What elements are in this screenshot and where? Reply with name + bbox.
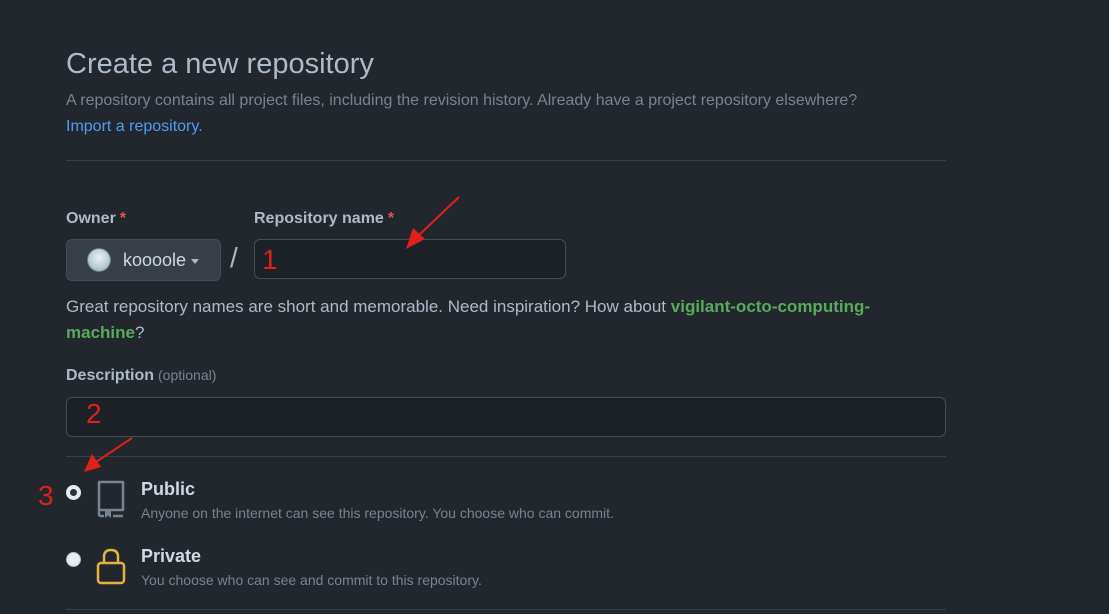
owner-repo-separator: / [230, 242, 238, 273]
lock-icon [96, 548, 126, 585]
owner-dropdown[interactable]: koooole [66, 239, 221, 281]
repo-icon [97, 480, 125, 518]
import-repository-link[interactable]: Import a repository. [66, 118, 203, 136]
optional-label: (optional) [158, 367, 217, 383]
caret-down-icon [191, 258, 200, 264]
description-input[interactable] [66, 397, 946, 437]
private-option-title: Private [141, 546, 202, 566]
annotation-arrow-3 [84, 437, 133, 472]
repository-name-label-text: Repository name [254, 210, 384, 227]
create-repo-page: Create a new repository A repository con… [0, 0, 1109, 614]
description-label: Description (optional) [66, 367, 216, 385]
owner-label-text: Owner [66, 210, 116, 227]
name-hint: Great repository names are short and mem… [66, 294, 916, 346]
owner-name: koooole [123, 249, 187, 270]
description-label-text: Description [66, 367, 155, 384]
repository-name-label: Repository name * [254, 210, 394, 228]
private-option-description: You choose who can see and commit to thi… [141, 572, 482, 588]
divider [66, 160, 946, 161]
annotation-number-1: 1 [262, 244, 278, 275]
private-radio[interactable] [66, 552, 81, 567]
required-mark: * [119, 210, 127, 227]
public-radio[interactable] [66, 485, 81, 500]
required-mark: * [387, 210, 395, 227]
hint-text: Great repository names are short and mem… [66, 297, 671, 316]
hint-end: ? [134, 323, 145, 342]
public-option-description: Anyone on the internet can see this repo… [141, 505, 614, 521]
owner-label: Owner * [66, 210, 126, 228]
page-subtitle: A repository contains all project files,… [66, 92, 858, 109]
repository-name-input[interactable] [254, 239, 566, 279]
public-option-title: Public [141, 479, 196, 499]
divider [66, 456, 946, 457]
annotation-number-2: 2 [86, 398, 102, 429]
page-title: Create a new repository [66, 48, 374, 80]
annotation-number-3: 3 [38, 480, 54, 511]
user-avatar [87, 248, 111, 272]
divider [66, 609, 946, 610]
